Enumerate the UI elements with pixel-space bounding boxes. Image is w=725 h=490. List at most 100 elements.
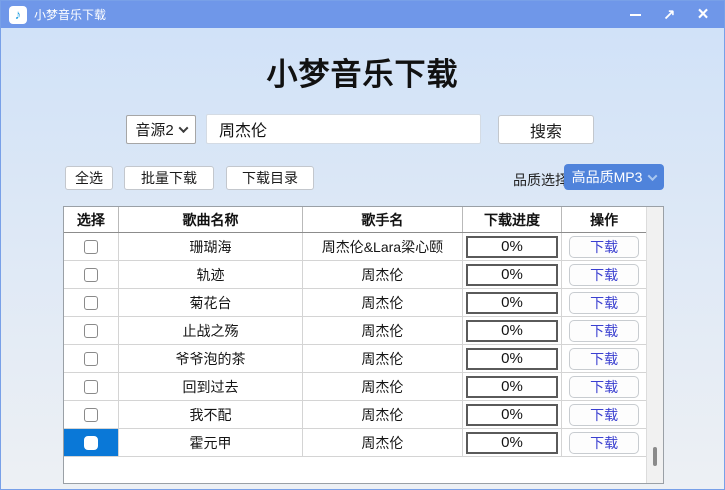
batch-download-label: 批量下载 <box>141 170 197 186</box>
artist-cell: 周杰伦&Lara梁心颐 <box>303 233 463 260</box>
action-cell: 下载 <box>562 373 646 400</box>
song-cell: 珊瑚海 <box>119 233 304 260</box>
close-button[interactable]: × <box>690 4 716 26</box>
download-button[interactable]: 下载 <box>569 347 640 370</box>
progress-box: 0% <box>465 431 558 454</box>
chevron-down-icon <box>647 170 658 181</box>
search-button[interactable]: 搜索 <box>498 115 594 144</box>
row-checkbox[interactable] <box>83 435 98 450</box>
row-checkbox[interactable] <box>83 351 98 366</box>
table-row: 轨迹 周杰伦 0% 下载 <box>64 261 646 289</box>
song-cell: 霍元甲 <box>119 429 304 456</box>
action-cell: 下载 <box>562 233 646 260</box>
song-cell: 回到过去 <box>119 373 304 400</box>
page-title: 小梦音乐下载 <box>266 57 459 92</box>
action-cell: 下载 <box>562 261 646 288</box>
header-action: 操作 <box>590 211 619 228</box>
quality-select-value: 高品质MP3 <box>571 169 643 185</box>
checkbox-cell[interactable] <box>64 317 119 344</box>
song-cell: 菊花台 <box>119 289 304 316</box>
progress-box: 0% <box>465 347 558 370</box>
row-checkbox[interactable] <box>83 239 98 254</box>
download-button[interactable]: 下载 <box>569 263 640 286</box>
titlebar: ♪ 小梦音乐下载 ↗ × <box>1 1 724 28</box>
action-cell: 下载 <box>562 345 646 372</box>
artist-cell: 周杰伦 <box>303 345 463 372</box>
artist-cell: 周杰伦 <box>303 401 463 428</box>
checkbox-cell[interactable] <box>64 261 119 288</box>
action-cell: 下载 <box>562 401 646 428</box>
progress-cell: 0% <box>463 429 563 456</box>
download-button[interactable]: 下载 <box>569 431 640 454</box>
row-checkbox[interactable] <box>83 323 98 338</box>
select-all-button[interactable]: 全选 <box>65 166 113 190</box>
table-row: 我不配 周杰伦 0% 下载 <box>64 401 646 429</box>
maximize-icon: ↗ <box>662 5 676 24</box>
table-scrollbar[interactable] <box>646 207 663 483</box>
action-cell: 下载 <box>562 429 646 456</box>
progress-box: 0% <box>465 291 558 314</box>
artist-cell: 周杰伦 <box>303 289 463 316</box>
progress-box: 0% <box>465 403 558 426</box>
progress-cell: 0% <box>463 317 563 344</box>
table-row: 珊瑚海 周杰伦&Lara梁心颐 0% 下载 <box>64 233 646 261</box>
quality-label: 品质选择 <box>513 172 569 188</box>
download-dir-button[interactable]: 下载目录 <box>226 166 314 190</box>
quality-select[interactable]: 高品质MP3 <box>564 164 664 190</box>
song-cell: 止战之殇 <box>119 317 304 344</box>
song-cell: 轨迹 <box>119 261 304 288</box>
maximize-button[interactable]: ↗ <box>656 4 682 26</box>
close-icon: × <box>697 3 709 25</box>
progress-box: 0% <box>465 235 558 258</box>
app-window: ♪ 小梦音乐下载 ↗ × 小梦音乐下载 音源2 搜索 全选 批量下载 下载目录 … <box>0 0 725 490</box>
header-song: 歌曲名称 <box>119 207 304 232</box>
progress-cell: 0% <box>463 261 563 288</box>
artist-cell: 周杰伦 <box>303 317 463 344</box>
window-title: 小梦音乐下载 <box>34 8 107 22</box>
progress-cell: 0% <box>463 345 563 372</box>
batch-download-button[interactable]: 批量下载 <box>124 166 214 190</box>
source-select[interactable]: 音源2 <box>126 115 196 144</box>
row-checkbox[interactable] <box>83 379 98 394</box>
progress-box: 0% <box>465 375 558 398</box>
download-button[interactable]: 下载 <box>569 235 640 258</box>
download-dir-label: 下载目录 <box>242 170 298 186</box>
row-checkbox[interactable] <box>83 267 98 282</box>
action-cell: 下载 <box>562 317 646 344</box>
progress-cell: 0% <box>463 233 563 260</box>
source-select-value: 音源2 <box>135 122 174 139</box>
checkbox-cell[interactable] <box>64 345 119 372</box>
minimize-icon <box>629 13 641 16</box>
table-row: 回到过去 周杰伦 0% 下载 <box>64 373 646 401</box>
songs-table: 选择 歌曲名称 歌手名 下载进度 操作 珊瑚海 周杰伦&Lara梁心颐 0% 下… <box>63 206 664 484</box>
header-progress: 下载进度 <box>463 207 563 232</box>
minimize-button[interactable] <box>622 4 648 26</box>
checkbox-cell[interactable] <box>64 429 119 456</box>
row-checkbox[interactable] <box>83 295 98 310</box>
table-row: 止战之殇 周杰伦 0% 下载 <box>64 317 646 345</box>
song-cell: 我不配 <box>119 401 304 428</box>
window-controls: ↗ × <box>622 4 716 26</box>
header-select: 选择 <box>64 207 119 232</box>
download-button[interactable]: 下载 <box>569 291 640 314</box>
download-button[interactable]: 下载 <box>569 319 640 342</box>
row-checkbox[interactable] <box>83 407 98 422</box>
checkbox-cell[interactable] <box>64 289 119 316</box>
table-header-row: 选择 歌曲名称 歌手名 下载进度 操作 <box>64 207 646 233</box>
action-cell: 下载 <box>562 289 646 316</box>
search-input[interactable] <box>206 114 481 144</box>
chevron-down-icon <box>178 123 189 134</box>
download-button[interactable]: 下载 <box>569 375 640 398</box>
table-row: 霍元甲 周杰伦 0% 下载 <box>64 429 646 457</box>
select-all-label: 全选 <box>75 170 103 186</box>
checkbox-cell[interactable] <box>64 233 119 260</box>
table-row: 爷爷泡的茶 周杰伦 0% 下载 <box>64 345 646 373</box>
progress-cell: 0% <box>463 289 563 316</box>
scrollbar-thumb[interactable] <box>653 447 657 466</box>
download-button[interactable]: 下载 <box>569 403 640 426</box>
search-button-label: 搜索 <box>529 123 562 141</box>
checkbox-cell[interactable] <box>64 373 119 400</box>
table-row: 菊花台 周杰伦 0% 下载 <box>64 289 646 317</box>
artist-cell: 周杰伦 <box>303 261 463 288</box>
checkbox-cell[interactable] <box>64 401 119 428</box>
